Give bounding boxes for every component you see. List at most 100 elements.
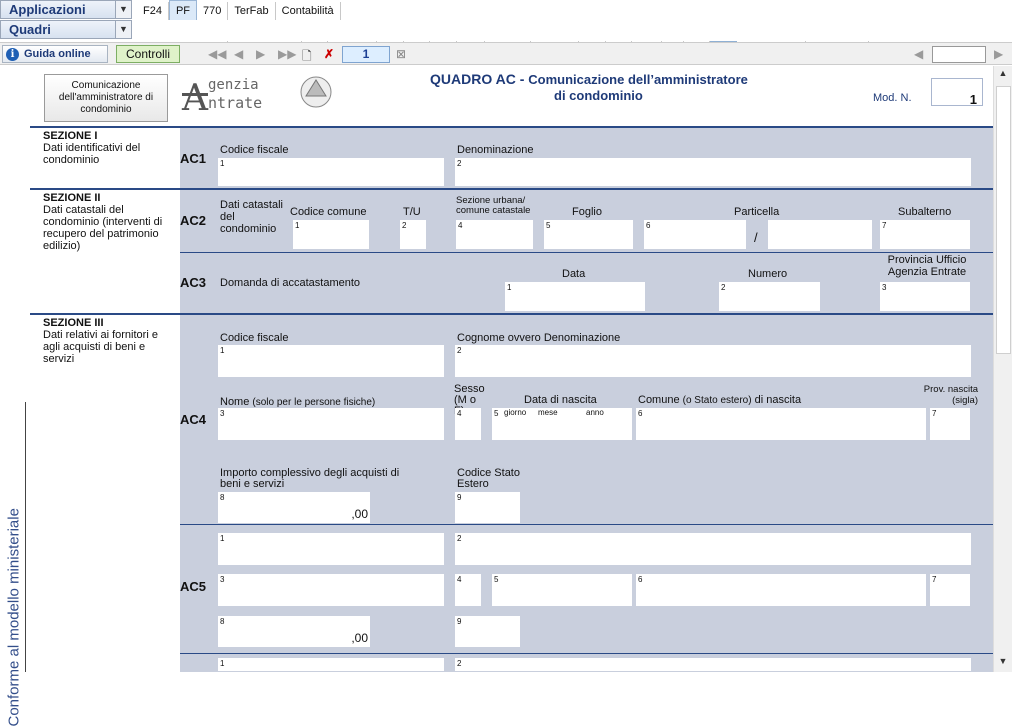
new-page-icon[interactable]: 🗋 <box>302 47 312 68</box>
label-giorno: giorno <box>504 408 527 417</box>
print-icon[interactable]: ⊠ <box>396 47 406 61</box>
label-codice-stato: Codice Stato Estero <box>457 467 520 490</box>
prev-page-icon[interactable]: ◀ <box>234 47 243 61</box>
logo-bottom-text: ntrate <box>208 94 262 112</box>
ac3-data-input[interactable]: 1 <box>505 282 645 312</box>
ac4-prov-input[interactable]: 7 <box>930 408 970 441</box>
label-dati-catastali: Dati catastali del condominio <box>220 199 283 235</box>
label-nome-note: (solo per le persone fisiche) <box>252 397 376 408</box>
label-comune-note: (o Stato estero) <box>682 395 752 406</box>
ac5-prov-input[interactable]: 7 <box>930 574 970 607</box>
label-foglio: Foglio <box>572 206 602 218</box>
first-page-icon[interactable]: ◀◀ <box>208 47 226 61</box>
page-number-field[interactable]: 1 <box>342 46 390 63</box>
ac5-importo-input[interactable]: 8,00 <box>218 616 370 648</box>
tab-terfab[interactable]: TerFab <box>228 2 276 20</box>
row-label-ac5: AC5 <box>180 579 207 594</box>
ac2-ac3-divider <box>180 252 993 253</box>
search-field[interactable] <box>932 46 986 63</box>
sezione-3-title: SEZIONE III <box>43 317 104 329</box>
agenzia-entrate-logo: A genzia ntrate <box>178 72 338 119</box>
label-tu: T/U <box>403 206 421 218</box>
sezione-3-desc: Dati relativi ai fornitori e agli acquis… <box>43 329 158 365</box>
comunicazione-button[interactable]: Comunicazione dell'amministratore di con… <box>44 74 168 122</box>
label-cognome: Cognome ovvero Denominazione <box>457 332 621 344</box>
label-domanda-accatastamento: Domanda di accatastamento <box>220 277 361 289</box>
tab-770[interactable]: 770 <box>197 2 229 20</box>
ac2-codice-comune-input[interactable]: 1 <box>293 220 369 250</box>
quadri-label: Quadri <box>9 22 51 37</box>
ac5-codice-fiscale-input[interactable]: 1 <box>218 533 444 566</box>
next-page-icon[interactable]: ▶ <box>256 47 265 61</box>
label-codice-comune: Codice comune <box>290 206 367 218</box>
ac2-particella-denom-input[interactable] <box>768 220 872 250</box>
ac3-numero-input[interactable]: 2 <box>719 282 820 312</box>
ac5-codice-stato-input[interactable]: 9 <box>455 616 520 648</box>
label-data: Data <box>562 268 586 280</box>
ac4-importo-input[interactable]: 8,00 <box>218 492 370 524</box>
chevron-down-icon[interactable]: ▼ <box>115 21 131 38</box>
ac4-sesso-input[interactable]: 4 <box>455 408 481 441</box>
last-page-icon[interactable]: ▶▶ <box>278 47 296 61</box>
svg-text:A: A <box>181 78 209 116</box>
row-label-ac4: AC4 <box>180 412 207 427</box>
ac3-provincia-input[interactable]: 3 <box>880 282 970 312</box>
mod-n-field[interactable]: 1 <box>931 78 983 107</box>
tab-pf[interactable]: PF <box>168 0 198 20</box>
quadro-title-line2: di condominio <box>554 88 643 103</box>
ac4-ac5-divider <box>180 524 993 525</box>
scroll-thumb[interactable] <box>996 86 1011 354</box>
ac2-subalterno-input[interactable]: 7 <box>880 220 970 250</box>
label-numero: Numero <box>748 268 788 280</box>
ac6-codice-fiscale-input[interactable]: 1 <box>218 658 444 672</box>
ac4-codice-stato-input[interactable]: 9 <box>455 492 520 524</box>
ac5-cognome-input[interactable]: 2 <box>455 533 971 566</box>
ac2-sezione-urbana-input[interactable]: 4 <box>456 220 533 250</box>
label-ac4-codice-fiscale: Codice fiscale <box>220 332 289 344</box>
ac4-codice-fiscale-input[interactable]: 1 <box>218 345 444 378</box>
ac5-importo-cents: ,00 <box>351 631 368 645</box>
ac4-nome-input[interactable]: 3 <box>218 408 444 441</box>
applicazioni-dropdown[interactable]: Applicazioni ▼ <box>0 0 132 19</box>
ac1-codice-fiscale-input[interactable]: 1 <box>218 158 444 187</box>
tab-contabilità[interactable]: Contabilità <box>276 2 341 20</box>
ac4-data-nascita-input[interactable]: 5 giorno mese anno <box>492 408 632 441</box>
ac1-denominazione-input[interactable]: 2 <box>455 158 971 187</box>
scroll-left-icon[interactable]: ◀ <box>914 47 923 61</box>
chevron-down-icon[interactable]: ▼ <box>115 1 131 18</box>
sezione-3-heading: SEZIONE III Dati relativi ai fornitori e… <box>43 317 173 365</box>
ac4-comune-input[interactable]: 6 <box>636 408 926 441</box>
vertical-caption: Conforme al modello ministeriale <box>5 508 23 727</box>
ac4-cognome-input[interactable]: 2 <box>455 345 971 378</box>
ac5-sesso-input[interactable]: 4 <box>455 574 481 607</box>
logo-top-text: genzia <box>208 77 259 93</box>
scroll-up-icon[interactable]: ▲ <box>996 68 1010 82</box>
ac4-importo-cents: ,00 <box>351 507 368 521</box>
guida-online-button[interactable]: i Guida online <box>2 45 108 63</box>
quadri-toolbar: Quadri ▼ A FrontespizioFamiliari_RARBRC_… <box>0 20 1012 59</box>
sezione-2-desc: Dati catastali del condominio (intervent… <box>43 204 163 252</box>
ac2-foglio-input[interactable]: 5 <box>544 220 633 250</box>
guida-online-label: Guida online <box>24 48 91 60</box>
ac2-particella-input[interactable]: 6 <box>644 220 746 250</box>
scroll-right-icon[interactable]: ▶ <box>994 47 1003 61</box>
vertical-scrollbar[interactable]: ▲ ▼ <box>993 66 1012 672</box>
ac5-data-nascita-input[interactable]: 5 <box>492 574 632 607</box>
quadro-code: QUADRO AC - <box>430 71 525 87</box>
scroll-down-icon[interactable]: ▼ <box>996 656 1010 670</box>
label-denominazione: Denominazione <box>457 144 534 156</box>
label-subalterno: Subalterno <box>898 206 952 218</box>
quadro-ac-form: Comunicazione dell'amministratore di con… <box>30 66 993 672</box>
label-anno: anno <box>586 408 604 417</box>
ac6-cognome-input[interactable]: 2 <box>455 658 971 672</box>
tab-f24[interactable]: F24 <box>137 2 169 20</box>
ac5-comune-input[interactable]: 6 <box>636 574 926 607</box>
ac5-nome-input[interactable]: 3 <box>218 574 444 607</box>
sezione-1-heading: SEZIONE I Dati identificativi del condom… <box>43 130 173 166</box>
row-label-ac2: AC2 <box>180 213 207 228</box>
delete-page-icon[interactable]: ✗ <box>324 47 334 61</box>
controlli-button[interactable]: Controlli <box>116 45 180 63</box>
mod-n-label: Mod. N. <box>873 92 912 104</box>
ac2-tu-input[interactable]: 2 <box>400 220 426 250</box>
quadri-dropdown[interactable]: Quadri ▼ <box>0 20 132 39</box>
